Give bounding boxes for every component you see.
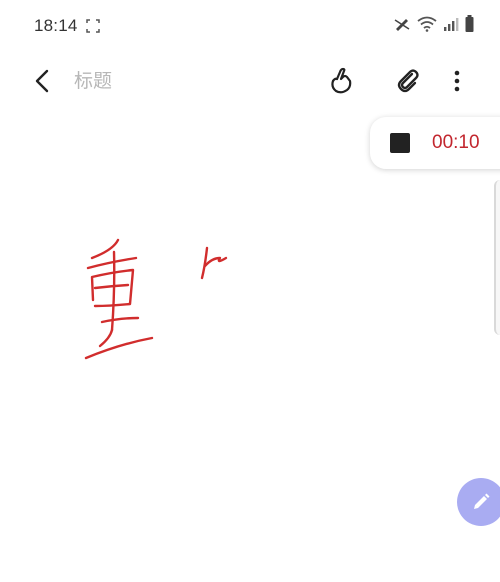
pen-icon [474,493,490,509]
ink-stroke [84,336,154,360]
pen-button[interactable] [457,478,500,526]
ink-stroke [110,250,116,332]
voice-recording-bar: 00:10 [370,117,500,169]
ink-stroke [93,283,130,290]
ink-stroke [203,256,228,268]
mute-icon [393,16,411,37]
handwriting-button[interactable] [324,64,358,98]
screen-record-icon [86,19,100,38]
ink-stroke [100,316,140,324]
status-time: 18:14 [34,16,78,35]
handwriting-icon [331,67,352,94]
battery-icon [465,15,474,37]
more-vert-icon [454,70,460,92]
handwriting-canvas[interactable] [0,170,490,570]
back-icon [35,69,49,93]
scrollbar[interactable] [494,180,500,335]
title-input[interactable] [74,69,294,95]
status-bar: 18:14 [0,0,500,50]
recording-time: 00:10 [432,132,480,153]
attachment-icon [397,69,419,93]
stop-recording-button[interactable] [390,133,410,153]
handwriting-strokes [84,238,228,360]
app-bar [0,56,500,106]
more-options-button[interactable] [440,64,474,98]
wifi-icon [417,16,437,37]
back-button[interactable] [28,66,56,96]
signal-icon [443,16,459,37]
attach-button[interactable] [391,64,425,98]
ink-stroke [86,256,138,270]
ink-stroke [98,328,114,348]
